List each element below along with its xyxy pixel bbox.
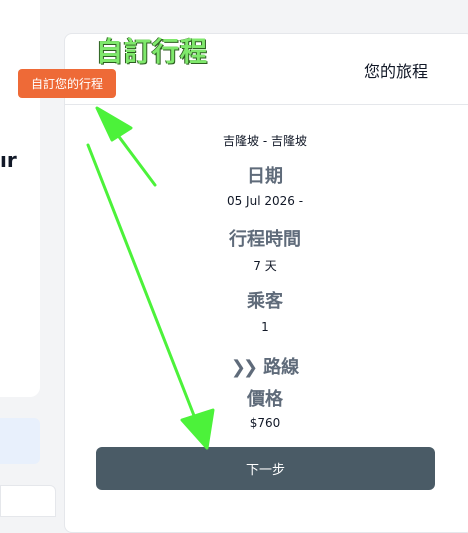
annotation-arrows bbox=[86, 106, 215, 450]
arrow-to-next-head bbox=[180, 408, 215, 450]
arrow-to-next-line bbox=[86, 143, 204, 438]
arrow-to-tag-head bbox=[95, 106, 133, 142]
